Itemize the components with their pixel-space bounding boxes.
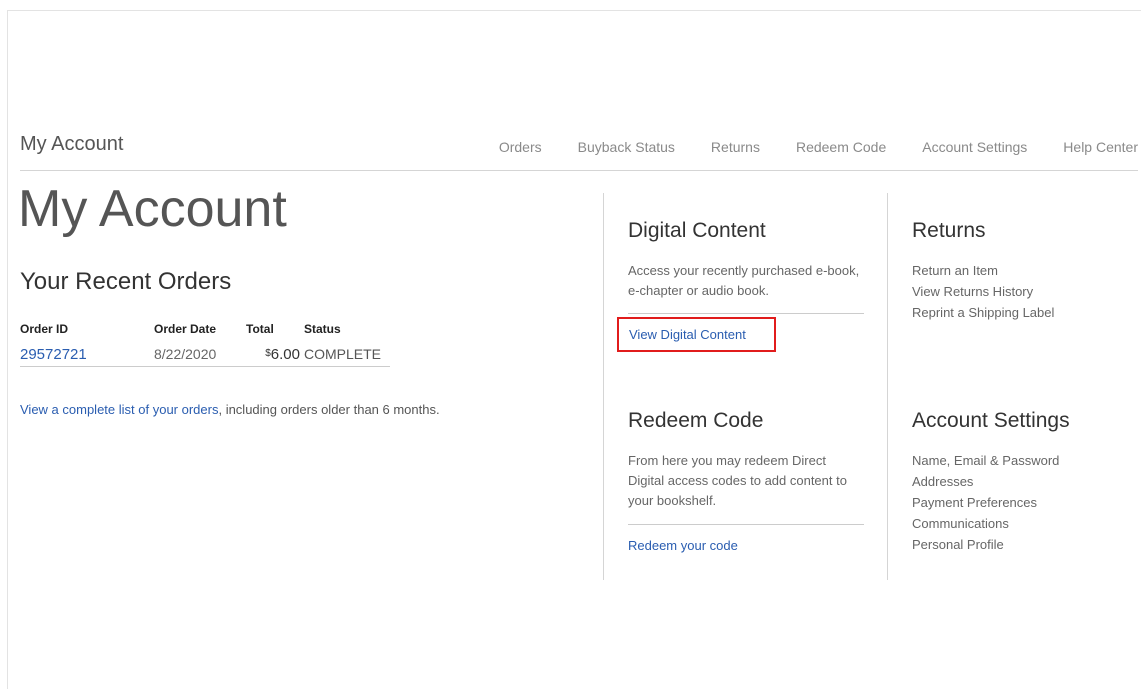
- order-status: COMPLETE: [304, 346, 382, 362]
- redeem-code-text: From here you may redeem Direct Digital …: [628, 453, 847, 508]
- digital-content-separator: [628, 313, 864, 314]
- nav-returns[interactable]: Returns: [711, 139, 760, 155]
- col-status: Status: [304, 322, 341, 336]
- account-settings-list: Name, Email & Password Addresses Payment…: [912, 450, 1059, 555]
- order-total: $6.00: [246, 346, 304, 363]
- orders-table-header: Order ID Order Date Total Status: [20, 322, 390, 342]
- return-an-item-link[interactable]: Return an Item: [912, 263, 998, 278]
- complete-orders-note: View a complete list of your orders, inc…: [20, 402, 440, 417]
- redeem-code-separator: [628, 524, 864, 525]
- order-id-link[interactable]: 29572721: [20, 346, 154, 363]
- nav-account-settings[interactable]: Account Settings: [922, 139, 1027, 155]
- digital-content-title: Digital Content: [628, 219, 766, 242]
- name-email-password-link[interactable]: Name, Email & Password: [912, 453, 1059, 468]
- complete-orders-link[interactable]: View a complete list of your orders: [20, 402, 218, 417]
- orders-table: Order ID Order Date Total Status 2957272…: [20, 322, 390, 367]
- personal-profile-link[interactable]: Personal Profile: [912, 537, 1004, 552]
- payment-preferences-link[interactable]: Payment Preferences: [912, 495, 1037, 510]
- nav-help-center[interactable]: Help Center: [1063, 139, 1138, 155]
- table-row: 29572721 8/22/2020 $6.00 COMPLETE: [20, 342, 390, 367]
- col-order-id: Order ID: [20, 322, 69, 336]
- redeem-code-title: Redeem Code: [628, 409, 764, 432]
- redeem-your-code-link[interactable]: Redeem your code: [628, 538, 738, 553]
- complete-orders-suffix: , including orders older than 6 months.: [218, 402, 440, 417]
- page-title: My Account: [18, 180, 287, 238]
- digital-content-text: Access your recently purchased e-book, e…: [628, 263, 860, 298]
- communications-link[interactable]: Communications: [912, 516, 1009, 531]
- order-date: 8/22/2020: [154, 346, 217, 362]
- recent-orders-title: Your Recent Orders: [20, 268, 232, 295]
- top-bar: My Account Orders Buyback Status Returns…: [20, 130, 1138, 171]
- column-divider-right: [887, 193, 888, 580]
- nav-orders[interactable]: Orders: [499, 139, 542, 155]
- account-settings-title: Account Settings: [912, 409, 1070, 432]
- reprint-shipping-label-link[interactable]: Reprint a Shipping Label: [912, 305, 1054, 320]
- addresses-link[interactable]: Addresses: [912, 474, 973, 489]
- main-nav: Orders Buyback Status Returns Redeem Cod…: [499, 139, 1138, 155]
- nav-redeem-code[interactable]: Redeem Code: [796, 139, 886, 155]
- nav-buyback-status[interactable]: Buyback Status: [578, 139, 675, 155]
- order-total-amount: 6.00: [270, 345, 300, 363]
- brand-title: My Account: [20, 133, 124, 155]
- returns-title: Returns: [912, 219, 986, 242]
- view-digital-content-link[interactable]: View Digital Content: [629, 327, 746, 342]
- returns-list: Return an Item View Returns History Repr…: [912, 260, 1054, 323]
- col-total: Total: [246, 322, 274, 336]
- view-returns-history-link[interactable]: View Returns History: [912, 284, 1033, 299]
- column-divider-left: [603, 193, 604, 580]
- col-order-date: Order Date: [154, 322, 217, 336]
